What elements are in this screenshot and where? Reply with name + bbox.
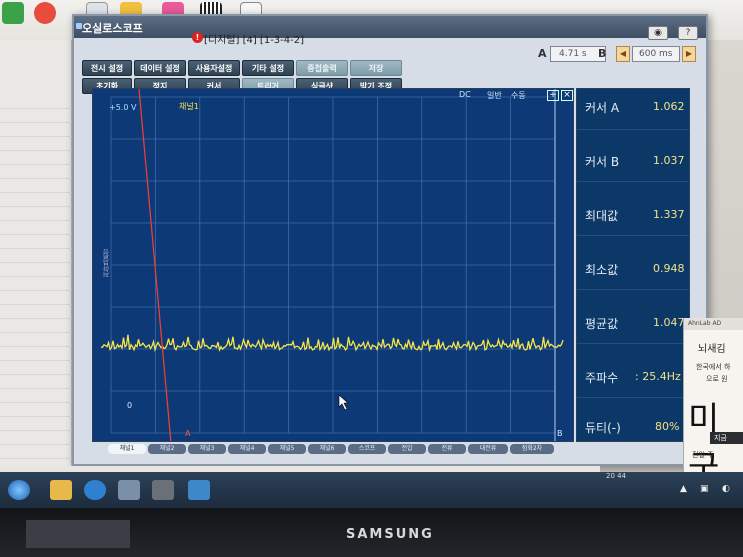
tray-volume-icon[interactable]: ◐ [722, 484, 730, 494]
taskbar [0, 472, 743, 508]
ad-header: AhnLab AD [684, 318, 743, 330]
channel-tabs: 채널1 채널2 채널3 채널4 채널5 채널6 스코프 전압 전류 대전류 점화… [108, 444, 578, 454]
ad-line-2: 으로 원 [706, 375, 728, 383]
help-button[interactable]: ? [678, 26, 698, 40]
start-button[interactable] [8, 480, 30, 500]
measure-label-duty: 듀티(-) [585, 421, 621, 435]
volt-scale-label: +5.0 V [109, 103, 137, 112]
photo-scene: 오실로스코프 ! [디지털] [4] [1-3-4-2] ◉ ? 전시 설정 데… [0, 0, 743, 557]
cursor-b-field[interactable]: 600 ms [632, 46, 680, 62]
side-axis-label: 전압설정 [102, 249, 110, 277]
mouse-pointer-icon [338, 394, 349, 411]
tray-network-icon[interactable]: ▣ [700, 484, 709, 494]
cursor-b-marker[interactable]: B [557, 429, 563, 438]
window-title: 오실로스코프 [82, 22, 143, 35]
measure-label-min: 최소값 [585, 263, 619, 277]
measure-value-duty: 80% [655, 420, 680, 433]
add-icon[interactable]: + [547, 90, 559, 101]
ad-cta-button[interactable]: 지금 [710, 432, 743, 444]
ad-popup[interactable]: AhnLab AD 뇌새김 한국에서 하 으로 원 미국 지금 전일 주 [683, 318, 743, 489]
document-title: [디지털] [4] [1-3-4-2] [204, 35, 305, 46]
menu-user-settings[interactable]: 사용자설정 [188, 60, 240, 76]
measure-value-cursor-b: 1.037 [653, 154, 685, 167]
divider [577, 397, 689, 398]
divider [577, 343, 689, 344]
menu-other-settings[interactable]: 기타 설정 [242, 60, 294, 76]
play-left-button[interactable]: ◀ [616, 46, 630, 62]
measure-label-cursor-b: 커서 B [585, 155, 620, 169]
tab-current[interactable]: 전류 [428, 444, 466, 454]
scope-plot [100, 89, 564, 441]
tray-arrow-icon[interactable]: ▲ [680, 484, 687, 494]
tab-channel-2[interactable]: 채널2 [148, 444, 186, 454]
oscilloscope-window: 오실로스코프 ! [디지털] [4] [1-3-4-2] ◉ ? 전시 설정 데… [72, 14, 708, 466]
scope-app-icon[interactable] [188, 480, 210, 500]
measure-value-frequency: : 25.4Hz [635, 370, 681, 383]
mode-normal-label[interactable]: 일반 [487, 90, 502, 101]
cursor-b-label: B [598, 47, 607, 60]
menu-data-settings[interactable]: 데이터 설정 [134, 60, 186, 76]
tab-channel-6[interactable]: 채널6 [308, 444, 346, 454]
ad-title: 뇌새김 [698, 344, 726, 355]
measurements-panel: 커서 A 1.062 커서 B 1.037 최대값 1.337 최소값 0.94… [576, 88, 690, 442]
cursor-a-label: A [538, 47, 547, 60]
divider [577, 129, 689, 130]
measure-label-cursor-a: 커서 A [585, 101, 620, 115]
channel-1-label: 채널1 [179, 102, 199, 111]
divider [577, 181, 689, 182]
zero-marker: 0 [127, 401, 133, 410]
alert-icon: ! [192, 32, 203, 43]
menu-display-settings[interactable]: 전시 설정 [82, 60, 132, 76]
menu-save[interactable]: 저장 [350, 60, 402, 76]
tab-channel-1[interactable]: 채널1 [108, 444, 146, 454]
cursor-a-value: 4.71 s [559, 49, 587, 59]
camera-button[interactable]: ◉ [648, 26, 668, 40]
divider [577, 289, 689, 290]
measure-value-cursor-a: 1.062 [653, 100, 685, 113]
play-right-button[interactable]: ▶ [682, 46, 696, 62]
coupling-label[interactable]: DC [459, 90, 471, 99]
cursor-a-marker[interactable]: A [185, 429, 190, 438]
clock: 20 44 [606, 472, 627, 480]
tab-high-current[interactable]: 대전류 [468, 444, 508, 454]
tab-channel-4[interactable]: 채널4 [228, 444, 266, 454]
measure-value-max: 1.337 [653, 208, 685, 221]
window-titlebar[interactable]: 오실로스코프 [74, 16, 706, 38]
measure-label-max: 최대값 [585, 209, 619, 223]
app-logo-icon [2, 2, 24, 24]
monitor-brand: SAMSUNG [346, 527, 434, 542]
mode-manual-label[interactable]: 수동 [511, 90, 526, 101]
window-icon[interactable] [118, 480, 140, 500]
ad-footer: 전일 주 [692, 451, 714, 459]
tab-voltage[interactable]: 전압 [388, 444, 426, 454]
browser-icon[interactable] [84, 480, 106, 500]
tab-scope[interactable]: 스코프 [348, 444, 386, 454]
folder-icon[interactable] [50, 480, 72, 500]
graduation-icon [34, 2, 56, 24]
divider [577, 235, 689, 236]
measure-value-avg: 1.047 [653, 316, 685, 329]
measure-label-frequency: 주파수 [585, 371, 619, 385]
cursor-b-value: 600 ms [639, 49, 673, 59]
ad-line-1: 한국에서 하 [696, 363, 731, 371]
tab-channel-3[interactable]: 채널3 [188, 444, 226, 454]
app-icon[interactable] [152, 480, 174, 500]
tab-ignition-secondary[interactable]: 점화2차 [510, 444, 554, 454]
tab-channel-5[interactable]: 채널5 [268, 444, 306, 454]
menu-overlay-output[interactable]: 중첩출력 [296, 60, 348, 76]
scope-screen[interactable]: DC 일반 수동 + × +5.0 V 채널1 전압설정 0 A B [92, 88, 574, 442]
measure-label-avg: 평균값 [585, 317, 619, 331]
measure-value-min: 0.948 [653, 262, 685, 275]
ruler [0, 108, 72, 468]
signal-trace [100, 334, 564, 353]
close-icon[interactable]: × [561, 90, 573, 101]
monitor-sticker [26, 520, 130, 548]
